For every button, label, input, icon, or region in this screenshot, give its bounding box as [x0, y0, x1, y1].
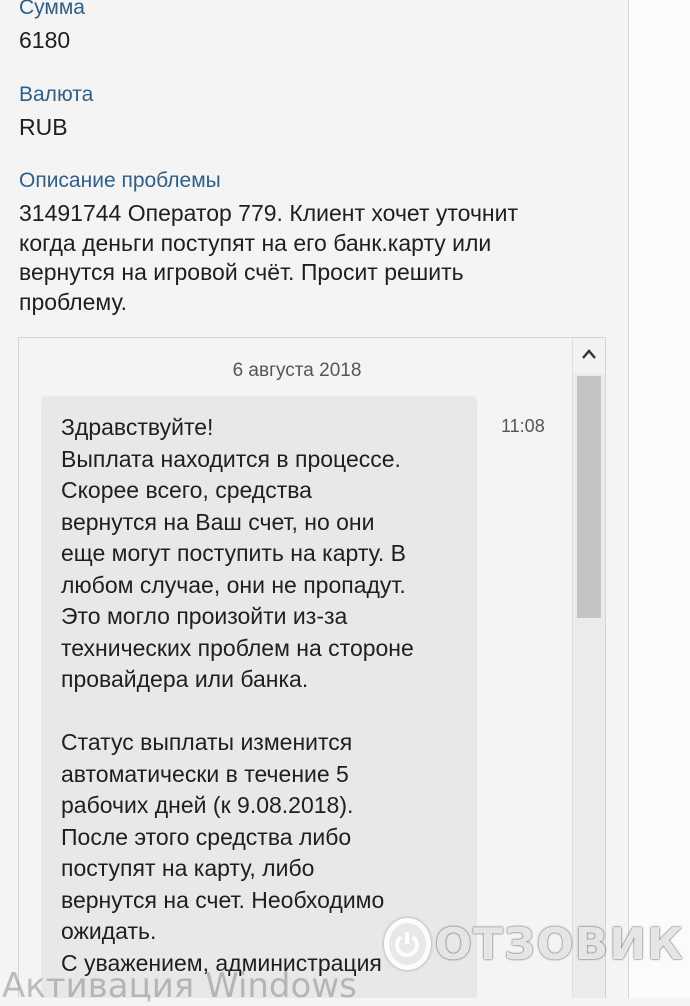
currency-label: Валюта [19, 83, 94, 106]
chevron-up-icon [581, 347, 597, 365]
otzovik-watermark: ОТЗОВИК [384, 908, 684, 980]
message-text: Здравствуйте! Выплата находится в процес… [61, 414, 414, 976]
ticket-details-panel: Сумма 6180 Валюта RUB Описание проблемы … [0, 0, 628, 998]
windows-activation-watermark: Активация Windows [2, 966, 357, 1006]
message-timestamp: 11:08 [501, 416, 545, 436]
chat-history[interactable]: 6 августа 2018 Здравствуйте! Выплата нах… [18, 337, 606, 998]
description-value: 31491744 Оператор 779. Клиент хочет уточ… [19, 200, 519, 315]
description-label: Описание проблемы [19, 169, 221, 192]
amount-value: 6180 [19, 27, 71, 53]
scroll-thumb[interactable] [577, 376, 601, 618]
chat-scrollbar[interactable] [572, 338, 605, 998]
amount-label: Сумма [19, 0, 85, 19]
power-icon [384, 918, 431, 970]
chat-date-separator: 6 августа 2018 [232, 360, 362, 381]
watermark-logo-text: ОТЗОВИК [434, 918, 684, 970]
currency-value: RUB [19, 114, 68, 140]
right-rail [628, 0, 690, 998]
scroll-up-button[interactable] [573, 338, 605, 374]
